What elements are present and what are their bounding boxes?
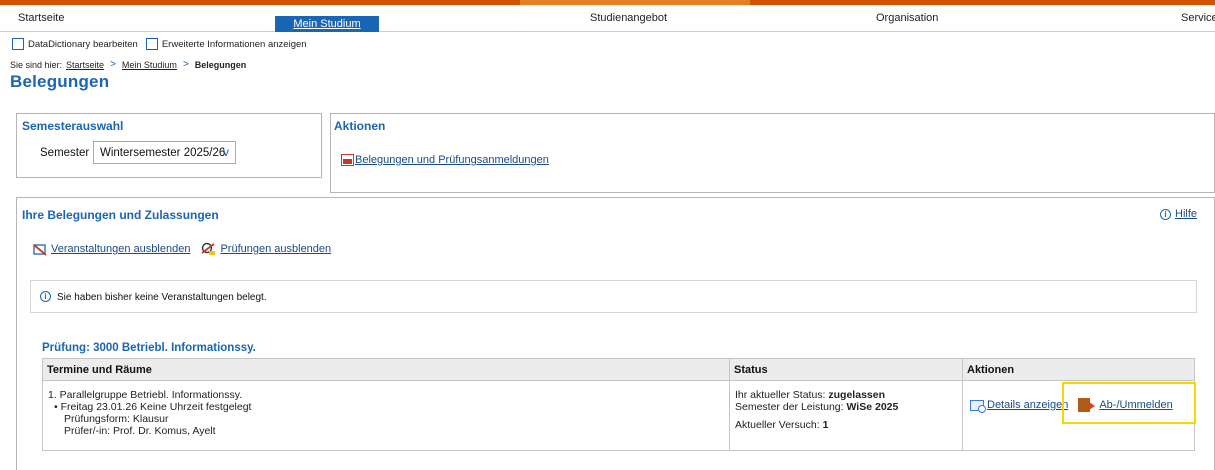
datadictionary-checkbox[interactable] xyxy=(12,38,24,50)
attempt-value: 1 xyxy=(822,419,829,431)
exam-title: Prüfung: 3000 Betriebl. Informationssy. xyxy=(42,342,256,354)
exam-form: Prüfungsform: Klausur xyxy=(64,413,169,425)
actions-panel xyxy=(330,113,1215,193)
status-label: Ihr aktueller Status: xyxy=(735,389,826,401)
status-line: Ihr aktueller Status: zugelassen xyxy=(735,389,898,401)
breadcrumb-separator: > xyxy=(182,59,189,70)
status-value: zugelassen xyxy=(828,389,885,401)
details-icon xyxy=(970,399,986,413)
nav-service[interactable]: Service xyxy=(1181,12,1215,24)
nav-mein-studium[interactable]: Mein Studium xyxy=(275,16,379,32)
page-title: Belegungen xyxy=(10,72,110,91)
header-status: Status xyxy=(734,364,768,376)
hide-exams-link[interactable]: Prüfungen ausblenden xyxy=(220,243,331,255)
attempt-label: Aktueller Versuch: xyxy=(735,419,820,431)
nav-startseite[interactable]: Startseite xyxy=(18,12,64,24)
semester-performance-value: WiSe 2025 xyxy=(846,401,899,413)
header-terms: Termine und Räume xyxy=(47,364,152,376)
highlight-frame xyxy=(1062,382,1196,424)
breadcrumb-startseite[interactable]: Startseite xyxy=(66,60,104,70)
column-divider xyxy=(729,359,730,450)
exam-examiner: Prüfer/-in: Prof. Dr. Komus, Ayelt xyxy=(64,425,216,437)
info-message: Sie haben bisher keine Veranstaltungen b… xyxy=(57,292,267,303)
filter-links: Veranstaltungen ausblenden Prüfungen aus… xyxy=(33,242,331,256)
help-icon: i xyxy=(1160,208,1171,220)
info-message-box: i Sie haben bisher keine Veranstaltungen… xyxy=(30,280,1197,313)
hide-exams-icon xyxy=(201,242,216,255)
pdf-icon xyxy=(341,154,354,166)
view-options: DataDictionary bearbeiten Erweiterte Inf… xyxy=(12,37,315,51)
breadcrumb-mein-studium[interactable]: Mein Studium xyxy=(122,60,177,70)
chevron-down-icon: v xyxy=(223,145,229,159)
breadcrumb-current: Belegungen xyxy=(194,59,247,70)
exam-table: Termine und Räume Status Aktionen 1. Par… xyxy=(42,358,1195,451)
semester-performance-label: Semester der Leistung: xyxy=(735,401,844,413)
semester-line: Semester der Leistung: WiSe 2025 xyxy=(735,401,898,413)
help-link-row: i Hilfe xyxy=(1160,208,1197,220)
exam-group: 1. Parallelgruppe Betriebl. Informations… xyxy=(48,389,243,401)
actions-title: Aktionen xyxy=(334,119,386,133)
column-divider xyxy=(962,359,963,450)
breadcrumb-prefix: Sie sind hier: xyxy=(10,59,63,70)
info-icon: i xyxy=(40,291,51,302)
datadictionary-label[interactable]: DataDictionary bearbeiten xyxy=(28,39,138,50)
table-row-terms: 1. Parallelgruppe Betriebl. Informations… xyxy=(48,389,251,437)
enrollments-exam-registrations-link[interactable]: Belegungen und Prüfungsanmeldungen xyxy=(355,154,549,166)
exam-date: • Freitag 23.01.26 Keine Uhrzeit festgel… xyxy=(54,401,252,413)
main-navigation: Startseite Mein Studium Studienangebot O… xyxy=(0,5,1215,32)
extended-info-label[interactable]: Erweiterte Informationen anzeigen xyxy=(162,39,307,50)
semester-select-value: Wintersemester 2025/26 xyxy=(100,146,226,159)
attempt-line: Aktueller Versuch: 1 xyxy=(735,419,898,431)
semester-select[interactable]: Wintersemester 2025/26 v xyxy=(93,141,236,164)
nav-organisation[interactable]: Organisation xyxy=(876,12,938,24)
help-link[interactable]: Hilfe xyxy=(1175,208,1197,220)
nav-studienangebot[interactable]: Studienangebot xyxy=(590,12,667,24)
breadcrumb-separator: > xyxy=(110,59,116,70)
pdf-link-row: Belegungen und Prüfungsanmeldungen xyxy=(341,154,549,166)
exam-table-header: Termine und Räume Status Aktionen xyxy=(43,359,1194,381)
hide-courses-link[interactable]: Veranstaltungen ausblenden xyxy=(51,243,190,255)
extended-info-checkbox[interactable] xyxy=(145,38,158,50)
enrollments-title: Ihre Belegungen und Zulassungen xyxy=(22,208,219,222)
details-link[interactable]: Details anzeigen xyxy=(987,399,1068,411)
header-actions: Aktionen xyxy=(967,364,1015,376)
semester-selection-title: Semesterauswahl xyxy=(22,119,124,133)
breadcrumb: Sie sind hier: Startseite > Mein Studium… xyxy=(10,59,246,70)
hide-courses-icon xyxy=(33,243,47,256)
table-row-status: Ihr aktueller Status: zugelassen Semeste… xyxy=(735,389,898,431)
semester-label: Semester xyxy=(40,147,90,159)
